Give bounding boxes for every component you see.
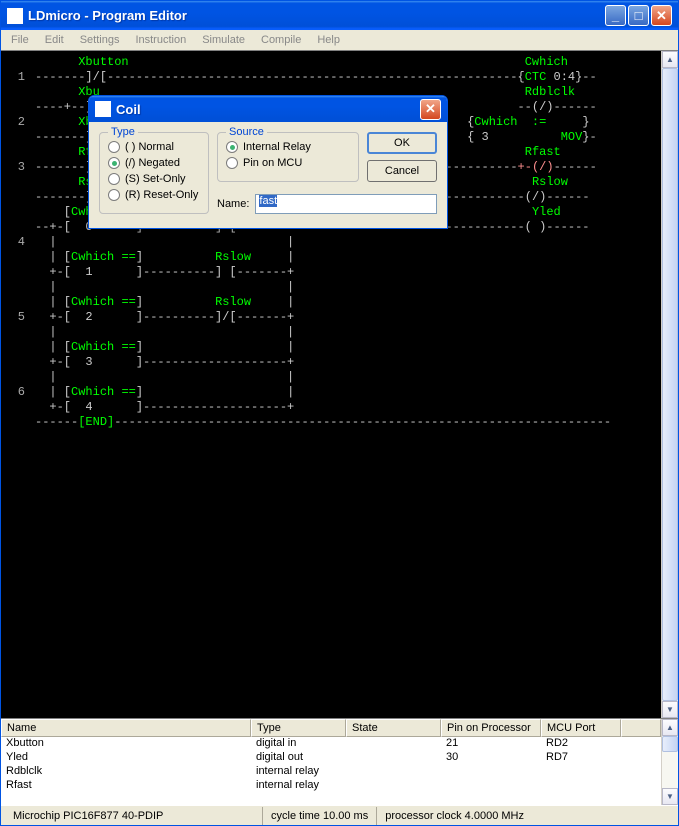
- menu-file[interactable]: File: [5, 32, 35, 48]
- menubar[interactable]: File Edit Settings Instruction Simulate …: [1, 30, 678, 50]
- radio-icon: [226, 157, 238, 169]
- radio-icon: [108, 157, 120, 169]
- io-scroll-down-button[interactable]: ▼: [662, 788, 678, 805]
- radio-icon: [226, 141, 238, 153]
- menu-settings[interactable]: Settings: [74, 32, 126, 48]
- menu-compile[interactable]: Compile: [255, 32, 307, 48]
- io-header-row: Name Type State Pin on Processor MCU Por…: [1, 719, 661, 737]
- scroll-up-button[interactable]: ▲: [662, 51, 678, 68]
- io-row[interactable]: Rfastinternal relay: [1, 779, 661, 793]
- radio-normal[interactable]: ( ) Normal: [108, 139, 200, 155]
- maximize-button[interactable]: □: [628, 5, 649, 26]
- app-icon: [7, 8, 23, 24]
- status-cycle: cycle time 10.00 ms: [263, 807, 377, 825]
- dialog-body: Type ( ) Normal (/) Negated (S) Set-Only…: [89, 122, 447, 228]
- radio-pin-on-mcu[interactable]: Pin on MCU: [226, 155, 350, 171]
- io-header-state[interactable]: State: [346, 719, 441, 737]
- titlebar[interactable]: LDmicro - Program Editor _ □ ✕: [1, 1, 678, 30]
- radio-icon: [108, 141, 120, 153]
- io-scroll-thumb[interactable]: [662, 736, 678, 752]
- name-input[interactable]: fast: [255, 194, 437, 214]
- radio-reset-only[interactable]: (R) Reset-Only: [108, 187, 200, 203]
- dialog-titlebar[interactable]: Coil ✕: [89, 96, 447, 122]
- io-row[interactable]: Yleddigital out30RD7: [1, 751, 661, 765]
- radio-negated[interactable]: (/) Negated: [108, 155, 200, 171]
- io-scrollbar[interactable]: ▲ ▼: [661, 719, 678, 805]
- source-fieldset: Source Internal Relay Pin on MCU: [217, 132, 359, 182]
- cancel-button[interactable]: Cancel: [367, 160, 437, 182]
- io-header-type[interactable]: Type: [251, 719, 346, 737]
- io-scroll-track[interactable]: [662, 736, 678, 788]
- radio-set-only[interactable]: (S) Set-Only: [108, 171, 200, 187]
- source-legend: Source: [226, 126, 267, 138]
- io-body[interactable]: Xbuttondigital in21RD2Yleddigital out30R…: [1, 737, 661, 805]
- scroll-down-button[interactable]: ▼: [662, 701, 678, 718]
- scroll-thumb[interactable]: [662, 68, 678, 701]
- radio-icon: [108, 173, 120, 185]
- type-legend: Type: [108, 126, 138, 138]
- io-row[interactable]: Xbuttondigital in21RD2: [1, 737, 661, 751]
- ok-button[interactable]: OK: [367, 132, 437, 154]
- radio-icon: [108, 189, 120, 201]
- io-table: Name Type State Pin on Processor MCU Por…: [1, 719, 678, 805]
- io-scroll-up-button[interactable]: ▲: [662, 719, 678, 736]
- statusbar: Microchip PIC16F877 40-PDIP cycle time 1…: [1, 805, 678, 825]
- dialog-icon: [95, 101, 111, 117]
- io-header-spacer: [621, 719, 661, 737]
- type-fieldset: Type ( ) Normal (/) Negated (S) Set-Only…: [99, 132, 209, 214]
- dialog-title: Coil: [116, 102, 420, 117]
- status-mcu: Microchip PIC16F877 40-PDIP: [5, 807, 263, 825]
- close-button[interactable]: ✕: [651, 5, 672, 26]
- scroll-track[interactable]: [662, 68, 678, 701]
- menu-simulate[interactable]: Simulate: [196, 32, 251, 48]
- name-row: Name: fast: [217, 194, 437, 214]
- io-header-name[interactable]: Name: [1, 719, 251, 737]
- io-header-pin[interactable]: Pin on Processor: [441, 719, 541, 737]
- radio-internal-relay[interactable]: Internal Relay: [226, 139, 350, 155]
- name-label: Name:: [217, 198, 249, 210]
- menu-edit[interactable]: Edit: [39, 32, 70, 48]
- menu-instruction[interactable]: Instruction: [129, 32, 192, 48]
- menu-help[interactable]: Help: [311, 32, 346, 48]
- window-title: LDmicro - Program Editor: [28, 8, 605, 23]
- coil-dialog: Coil ✕ Type ( ) Normal (/) Negated (S) S…: [88, 95, 448, 229]
- dialog-close-button[interactable]: ✕: [420, 99, 441, 120]
- io-row[interactable]: Rdblclkinternal relay: [1, 765, 661, 779]
- status-clock: processor clock 4.0000 MHz: [377, 807, 674, 825]
- editor-scrollbar[interactable]: ▲ ▼: [661, 51, 678, 718]
- minimize-button[interactable]: _: [605, 5, 626, 26]
- io-header-port[interactable]: MCU Port: [541, 719, 621, 737]
